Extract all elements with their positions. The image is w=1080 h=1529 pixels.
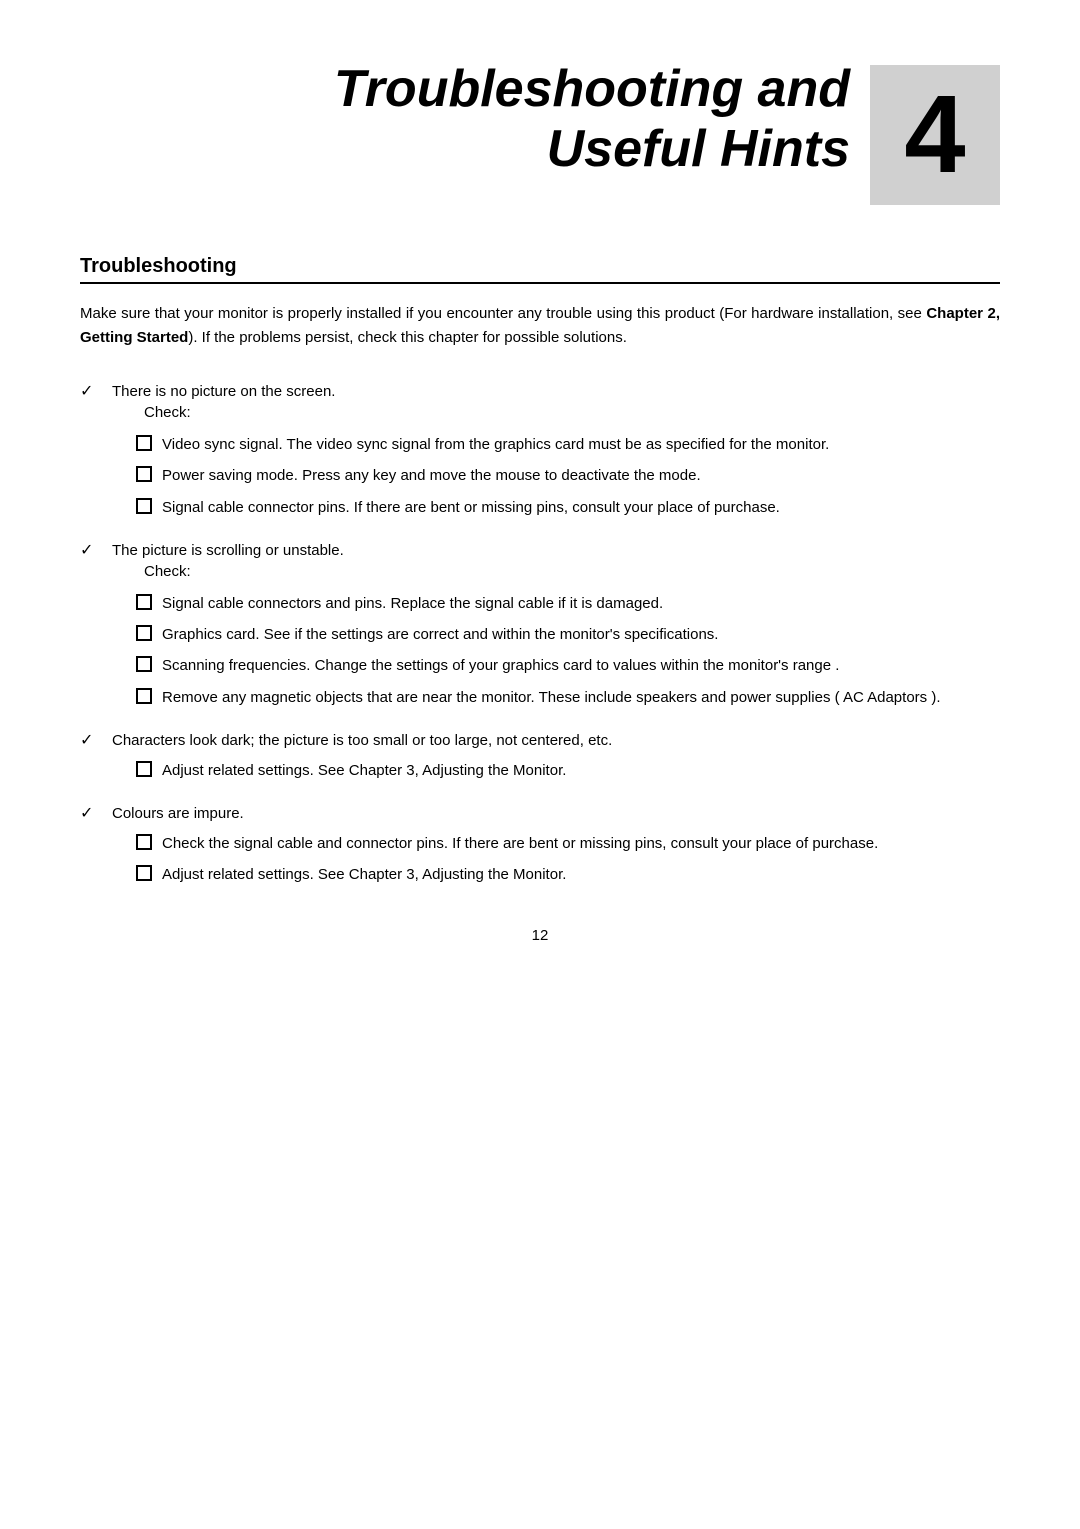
checkbox-icon-2-2: [136, 625, 152, 641]
intro-paragraph: Make sure that your monitor is properly …: [80, 302, 1000, 350]
checkbox-icon-2-4: [136, 688, 152, 704]
sub-item-4-2: Adjust related settings. See Chapter 3, …: [136, 863, 1000, 886]
checklist-item-3: ✓ Characters look dark; the picture is t…: [80, 729, 1000, 782]
sub-item-2-1: Signal cable connectors and pins. Replac…: [136, 592, 1000, 615]
sub-item-text-1-2: Power saving mode. Press any key and mov…: [162, 464, 701, 487]
checkbox-icon-1-1: [136, 435, 152, 451]
sub-item-2-2: Graphics card. See if the settings are c…: [136, 623, 1000, 646]
sub-item-text-2-1: Signal cable connectors and pins. Replac…: [162, 592, 663, 615]
checkbox-icon-2-1: [136, 594, 152, 610]
chapter-number-box: 4: [870, 65, 1000, 205]
check-item-1: ✓ There is no picture on the screen. Che…: [80, 380, 1000, 427]
checkbox-icon-4-2: [136, 865, 152, 881]
checkbox-icon-4-1: [136, 834, 152, 850]
sub-items-1: Video sync signal. The video sync signal…: [136, 433, 1000, 519]
check-item-3: ✓ Characters look dark; the picture is t…: [80, 729, 1000, 753]
sub-item-3-1: Adjust related settings. See Chapter 3, …: [136, 759, 1000, 782]
title-line1: Troubleshooting and: [334, 60, 850, 118]
checkmark-icon-2: ✓: [80, 540, 102, 560]
page-number: 12: [80, 927, 1000, 944]
title-line2: Useful Hints: [547, 120, 850, 178]
sub-item-text-1-3: Signal cable connector pins. If there ar…: [162, 496, 780, 519]
checkmark-icon-4: ✓: [80, 803, 102, 823]
checkbox-icon-3-1: [136, 761, 152, 777]
check-item-2: ✓ The picture is scrolling or unstable. …: [80, 539, 1000, 586]
checkbox-icon-1-2: [136, 466, 152, 482]
checkbox-icon-2-3: [136, 656, 152, 672]
check-header-1: Check:: [144, 404, 335, 421]
checkmark-icon-3: ✓: [80, 730, 102, 750]
checklist-item-2: ✓ The picture is scrolling or unstable. …: [80, 539, 1000, 709]
chapter-number: 4: [904, 80, 965, 190]
page-header: Troubleshooting and Useful Hints 4: [80, 60, 1000, 205]
sub-item-text-4-1: Check the signal cable and connector pin…: [162, 832, 878, 855]
sub-item-text-2-2: Graphics card. See if the settings are c…: [162, 623, 718, 646]
sub-item-text-4-2: Adjust related settings. See Chapter 3, …: [162, 863, 566, 886]
sub-items-2: Signal cable connectors and pins. Replac…: [136, 592, 1000, 709]
sub-item-2-3: Scanning frequencies. Change the setting…: [136, 654, 1000, 677]
check-label-2: The picture is scrolling or unstable.: [112, 542, 344, 559]
sub-item-1-1: Video sync signal. The video sync signal…: [136, 433, 1000, 456]
check-header-2: Check:: [144, 563, 344, 580]
chapter-title: Troubleshooting and Useful Hints: [80, 60, 850, 180]
sub-item-4-1: Check the signal cable and connector pin…: [136, 832, 1000, 855]
sub-items-4: Check the signal cable and connector pin…: [136, 832, 1000, 887]
check-label-4: Colours are impure.: [112, 802, 244, 826]
sub-item-1-2: Power saving mode. Press any key and mov…: [136, 464, 1000, 487]
intro-text-start: Make sure that your monitor is properly …: [80, 305, 926, 322]
checklist-item-4: ✓ Colours are impure. Check the signal c…: [80, 802, 1000, 887]
check-item-4: ✓ Colours are impure.: [80, 802, 1000, 826]
check-label-3: Characters look dark; the picture is too…: [112, 729, 612, 753]
sub-item-text-1-1: Video sync signal. The video sync signal…: [162, 433, 829, 456]
section-heading: Troubleshooting: [80, 255, 1000, 284]
checkmark-icon-1: ✓: [80, 381, 102, 401]
sub-item-text-2-4: Remove any magnetic objects that are nea…: [162, 686, 940, 709]
sub-item-text-3-1: Adjust related settings. See Chapter 3, …: [162, 759, 566, 782]
sub-items-3: Adjust related settings. See Chapter 3, …: [136, 759, 1000, 782]
checklist-item-1: ✓ There is no picture on the screen. Che…: [80, 380, 1000, 519]
intro-text-end: ). If the problems persist, check this c…: [188, 329, 627, 346]
check-label-1: There is no picture on the screen.: [112, 383, 335, 400]
sub-item-2-4: Remove any magnetic objects that are nea…: [136, 686, 1000, 709]
sub-item-text-2-3: Scanning frequencies. Change the setting…: [162, 654, 839, 677]
sub-item-1-3: Signal cable connector pins. If there ar…: [136, 496, 1000, 519]
checkbox-icon-1-3: [136, 498, 152, 514]
